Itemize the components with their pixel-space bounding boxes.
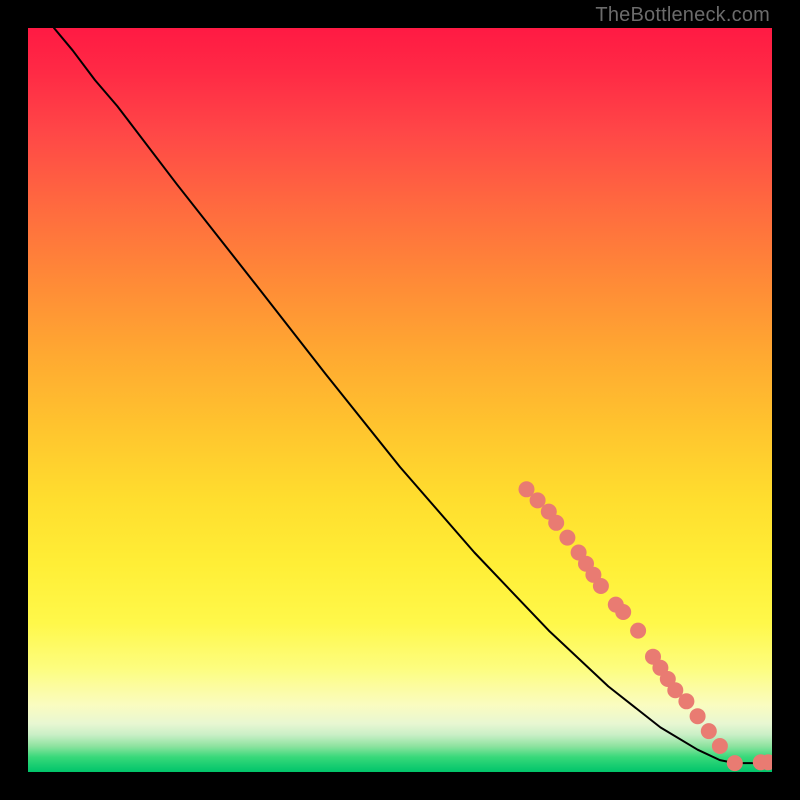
dots-group <box>519 481 773 771</box>
data-point <box>690 708 706 724</box>
plot-area <box>28 28 772 772</box>
data-point <box>712 738 728 754</box>
data-point <box>615 604 631 620</box>
chart-overlay <box>28 28 772 772</box>
chart-stage: TheBottleneck.com <box>0 0 800 800</box>
data-point <box>559 530 575 546</box>
data-point <box>701 723 717 739</box>
data-point <box>678 693 694 709</box>
data-point <box>593 578 609 594</box>
data-point <box>548 515 564 531</box>
data-point <box>727 755 743 771</box>
data-point <box>630 623 646 639</box>
attribution-text: TheBottleneck.com <box>595 4 770 27</box>
